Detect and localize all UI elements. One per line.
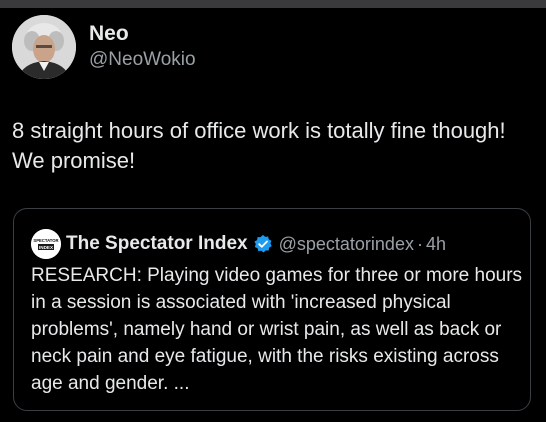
- quoted-author-name[interactable]: The Spectator Index: [66, 233, 248, 255]
- quoted-post-text: RESEARCH: Playing video games for three …: [31, 265, 523, 394]
- top-edge-bar: [0, 0, 546, 8]
- quoted-author-avatar[interactable]: SPECTATOR INDEX: [31, 229, 61, 259]
- author-avatar[interactable]: [12, 15, 76, 79]
- quoted-post-card[interactable]: SPECTATOR INDEX The Spectator Index @spe…: [13, 208, 531, 411]
- quoted-post-header: The Spectator Index @spectatorindex · 4h: [66, 229, 446, 259]
- logo-text-bottom: INDEX: [39, 245, 54, 250]
- verified-badge-icon: [254, 234, 272, 253]
- author-handle[interactable]: @NeoWokio: [89, 49, 196, 71]
- quoted-post-timestamp[interactable]: 4h: [426, 234, 446, 255]
- post-text: 8 straight hours of office work is total…: [12, 118, 506, 173]
- spectator-index-logo-icon: SPECTATOR INDEX: [31, 229, 61, 259]
- logo-text-top: SPECTATOR: [33, 238, 58, 243]
- separator-dot: ·: [416, 233, 423, 254]
- author-name[interactable]: Neo: [89, 22, 129, 46]
- author-avatar-image: [12, 15, 76, 79]
- quoted-author-handle[interactable]: @spectatorindex: [279, 234, 414, 255]
